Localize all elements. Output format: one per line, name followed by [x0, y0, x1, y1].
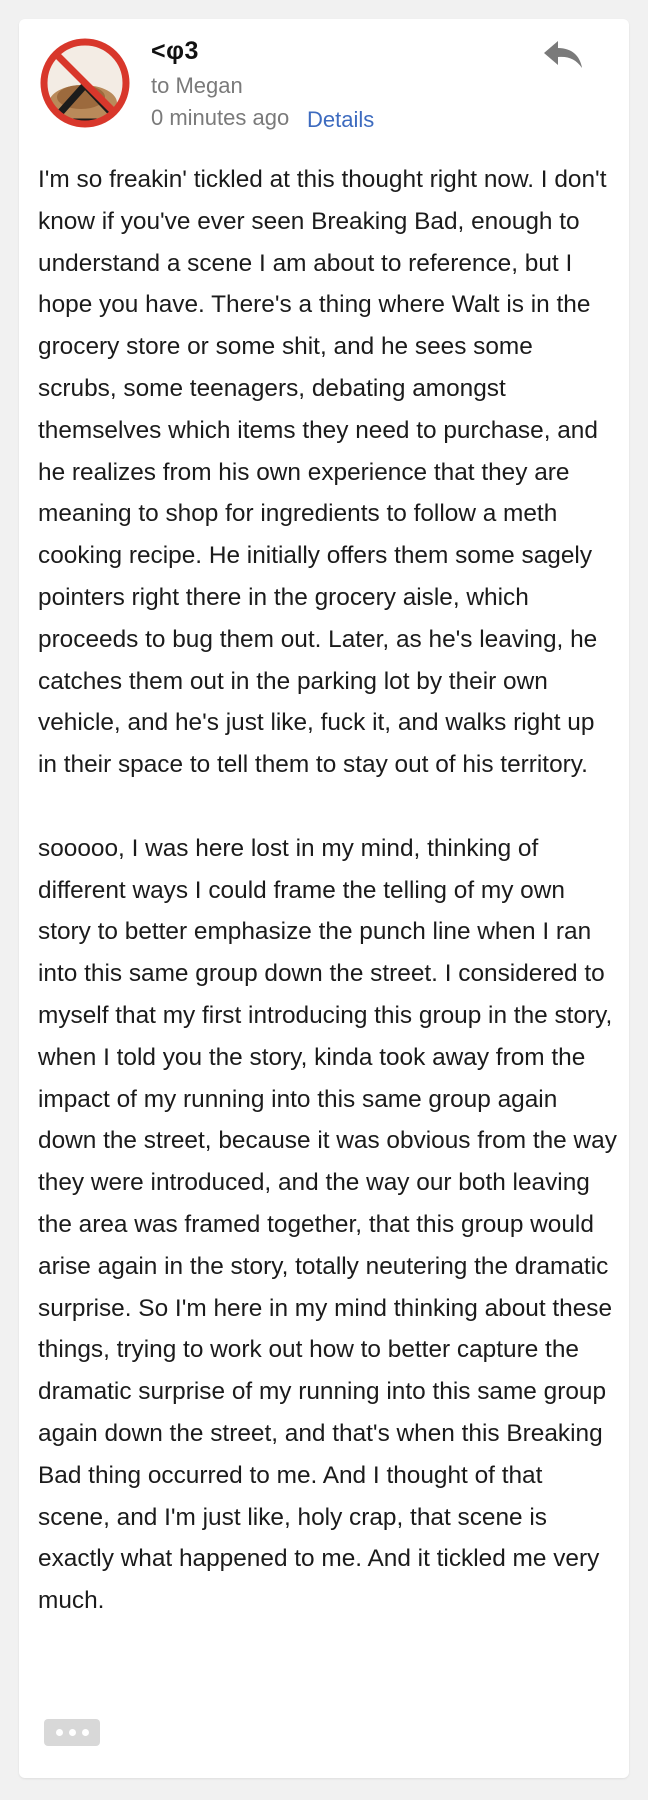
details-link[interactable]: Details [307, 107, 374, 133]
avatar-no-sign-image [40, 38, 130, 128]
message-paragraph: sooooo, I was here lost in my mind, thin… [38, 834, 617, 1615]
reply-arrow-icon [544, 41, 582, 68]
sender-name[interactable]: <φ3 [151, 37, 199, 66]
ellipsis-icon [81, 1729, 89, 1736]
message-body: I'm so freakin' tickled at this thought … [38, 159, 618, 1622]
message-card: <φ3 to Megan 0 minutes ago Details I'm s… [19, 19, 629, 1778]
ellipsis-icon [55, 1729, 63, 1736]
reply-button[interactable] [539, 33, 587, 77]
show-more-button[interactable] [44, 1719, 100, 1746]
timestamp: 0 minutes ago [151, 105, 290, 130]
avatar[interactable] [37, 37, 133, 133]
ellipsis-icon [68, 1729, 76, 1736]
message-paragraph: I'm so freakin' tickled at this thought … [38, 166, 607, 779]
recipient-label: to Megan [151, 73, 243, 98]
